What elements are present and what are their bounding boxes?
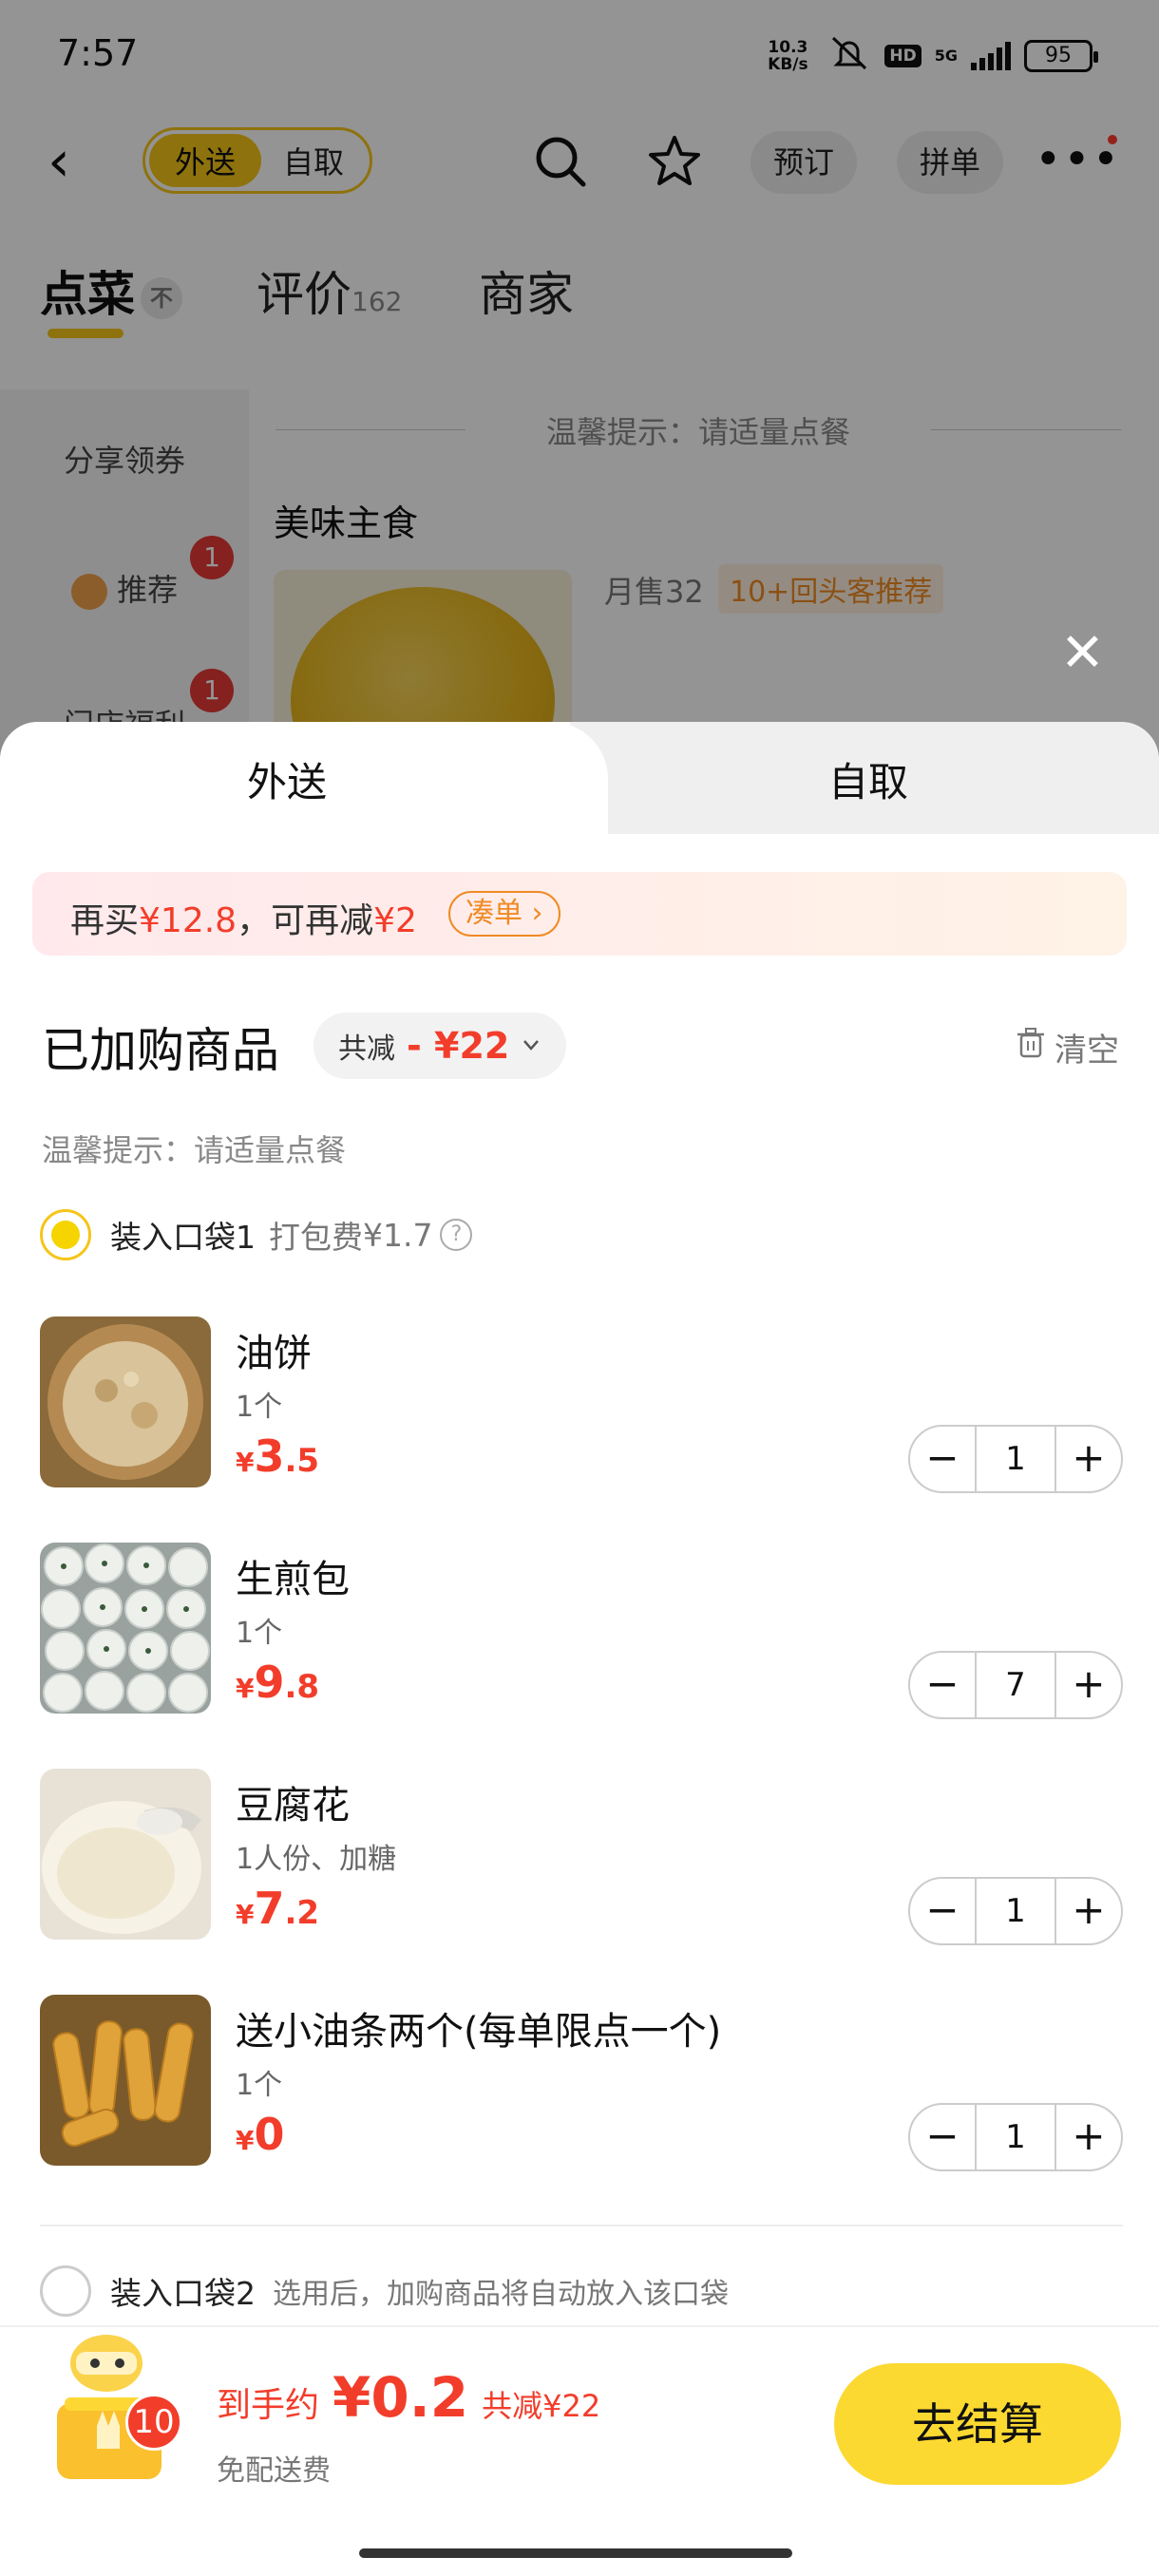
clear-button[interactable]: 清空: [1015, 1024, 1119, 1070]
item-spec: 1个: [236, 1391, 283, 1424]
close-icon[interactable]: ✕: [1060, 627, 1105, 680]
checkout-button[interactable]: 去结算: [834, 2363, 1121, 2485]
chevron-down-icon: [521, 1030, 542, 1063]
saving-amount: - ¥22: [407, 1025, 510, 1067]
decrease-button[interactable]: −: [908, 1651, 977, 1719]
quantity-value[interactable]: 1: [977, 1425, 1054, 1493]
bag-1-row[interactable]: 装入口袋1 打包费 ¥1.7 ?: [40, 1208, 473, 1261]
divider: [40, 2225, 1123, 2226]
item-spec: 1个: [236, 2069, 283, 2102]
increase-button[interactable]: +: [1054, 2103, 1123, 2171]
sheet-tab-delivery[interactable]: 外送: [247, 750, 327, 808]
total-price: ¥0.2: [332, 2365, 469, 2430]
cart-title: 已加购商品: [42, 1023, 279, 1078]
packing-fee: ¥1.7: [363, 1216, 433, 1254]
trash-icon: [1015, 1026, 1047, 1069]
cart-sheet: 外送 自取 再买¥12.8，可再减¥2 凑单 › 已加购商品 共减 - ¥22 …: [0, 722, 1159, 2576]
item-image[interactable]: [40, 1543, 211, 1714]
quantity-stepper: − 1 +: [908, 1425, 1123, 1493]
quantity-stepper: − 1 +: [908, 1877, 1123, 1945]
item-price: ¥9.8: [236, 1657, 320, 1708]
increase-button[interactable]: +: [1054, 1425, 1123, 1493]
quantity-value[interactable]: 1: [977, 2103, 1054, 2171]
bag-2-radio[interactable]: [40, 2265, 91, 2317]
decrease-button[interactable]: −: [908, 1425, 977, 1493]
item-spec: 1人份、加糖: [236, 1843, 397, 1876]
promo-text: 再买¥12.8，可再减¥2: [70, 901, 417, 940]
quantity-value[interactable]: 7: [977, 1651, 1054, 1719]
quantity-stepper: − 1 +: [908, 2103, 1123, 2171]
add-on-button[interactable]: 凑单 ›: [448, 891, 560, 937]
quantity-stepper: − 7 +: [908, 1651, 1123, 1719]
cart-item: 送小油条两个(每单限点一个) 1个 ¥0 − 1 +: [40, 1995, 1123, 2171]
item-name: 生煎包: [236, 1558, 350, 1601]
cart-item: 油饼 1个 ¥3.5 − 1 +: [40, 1316, 1123, 1493]
saving-summary[interactable]: 共减 - ¥22: [314, 1013, 567, 1079]
bag-1-radio[interactable]: [40, 1209, 91, 1260]
increase-button[interactable]: +: [1054, 1651, 1123, 1719]
total-discount: 共减¥22: [482, 2388, 601, 2424]
bag-2-row[interactable]: 装入口袋2 选用后，加购商品将自动放入该口袋: [40, 2264, 729, 2318]
clear-label: 清空: [1054, 1032, 1119, 1070]
cart-item: 生煎包 1个 ¥9.8 − 7 +: [40, 1543, 1123, 1719]
packing-fee-label: 打包费: [269, 1219, 363, 1256]
total-label: 到手约: [217, 2386, 320, 2425]
item-name: 豆腐花: [236, 1784, 350, 1828]
cart-hint: 温馨提示：请适量点餐: [42, 1132, 347, 1168]
free-delivery-text: 免配送费: [217, 2454, 331, 2488]
item-name: 送小油条两个(每单限点一个): [236, 2010, 722, 2054]
quantity-value[interactable]: 1: [977, 1877, 1054, 1945]
sheet-tabs: 外送 自取: [0, 722, 1159, 834]
bag-2-hint: 选用后，加购商品将自动放入该口袋: [273, 2278, 729, 2311]
total-summary: 到手约 ¥0.2 共减¥22: [217, 2365, 600, 2430]
item-spec: 1个: [236, 1617, 283, 1650]
item-image[interactable]: [40, 1995, 211, 2166]
bag-2-label: 装入口袋2: [110, 2275, 256, 2312]
decrease-button[interactable]: −: [908, 1877, 977, 1945]
cart-item: 豆腐花 1人份、加糖 ¥7.2 − 1 +: [40, 1769, 1123, 1945]
increase-button[interactable]: +: [1054, 1877, 1123, 1945]
sheet-tab-pickup[interactable]: 自取: [828, 750, 908, 808]
bag-1-label: 装入口袋1: [110, 1219, 256, 1256]
checkout-bar: 10 到手约 ¥0.2 共减¥22 免配送费 去结算: [0, 2325, 1159, 2576]
item-image[interactable]: [40, 1769, 211, 1940]
item-price: ¥0: [236, 2109, 285, 2160]
help-icon[interactable]: ?: [440, 1219, 473, 1251]
cart-count-badge: 10: [125, 2394, 182, 2451]
saving-label: 共减: [338, 1032, 395, 1066]
promo-banner: 再买¥12.8，可再减¥2 凑单 ›: [32, 872, 1127, 956]
item-name: 油饼: [236, 1332, 312, 1375]
item-price: ¥7.2: [236, 1883, 320, 1934]
home-indicator[interactable]: [359, 2548, 792, 2558]
item-price: ¥3.5: [236, 1430, 320, 1482]
item-image[interactable]: [40, 1316, 211, 1487]
decrease-button[interactable]: −: [908, 2103, 977, 2171]
